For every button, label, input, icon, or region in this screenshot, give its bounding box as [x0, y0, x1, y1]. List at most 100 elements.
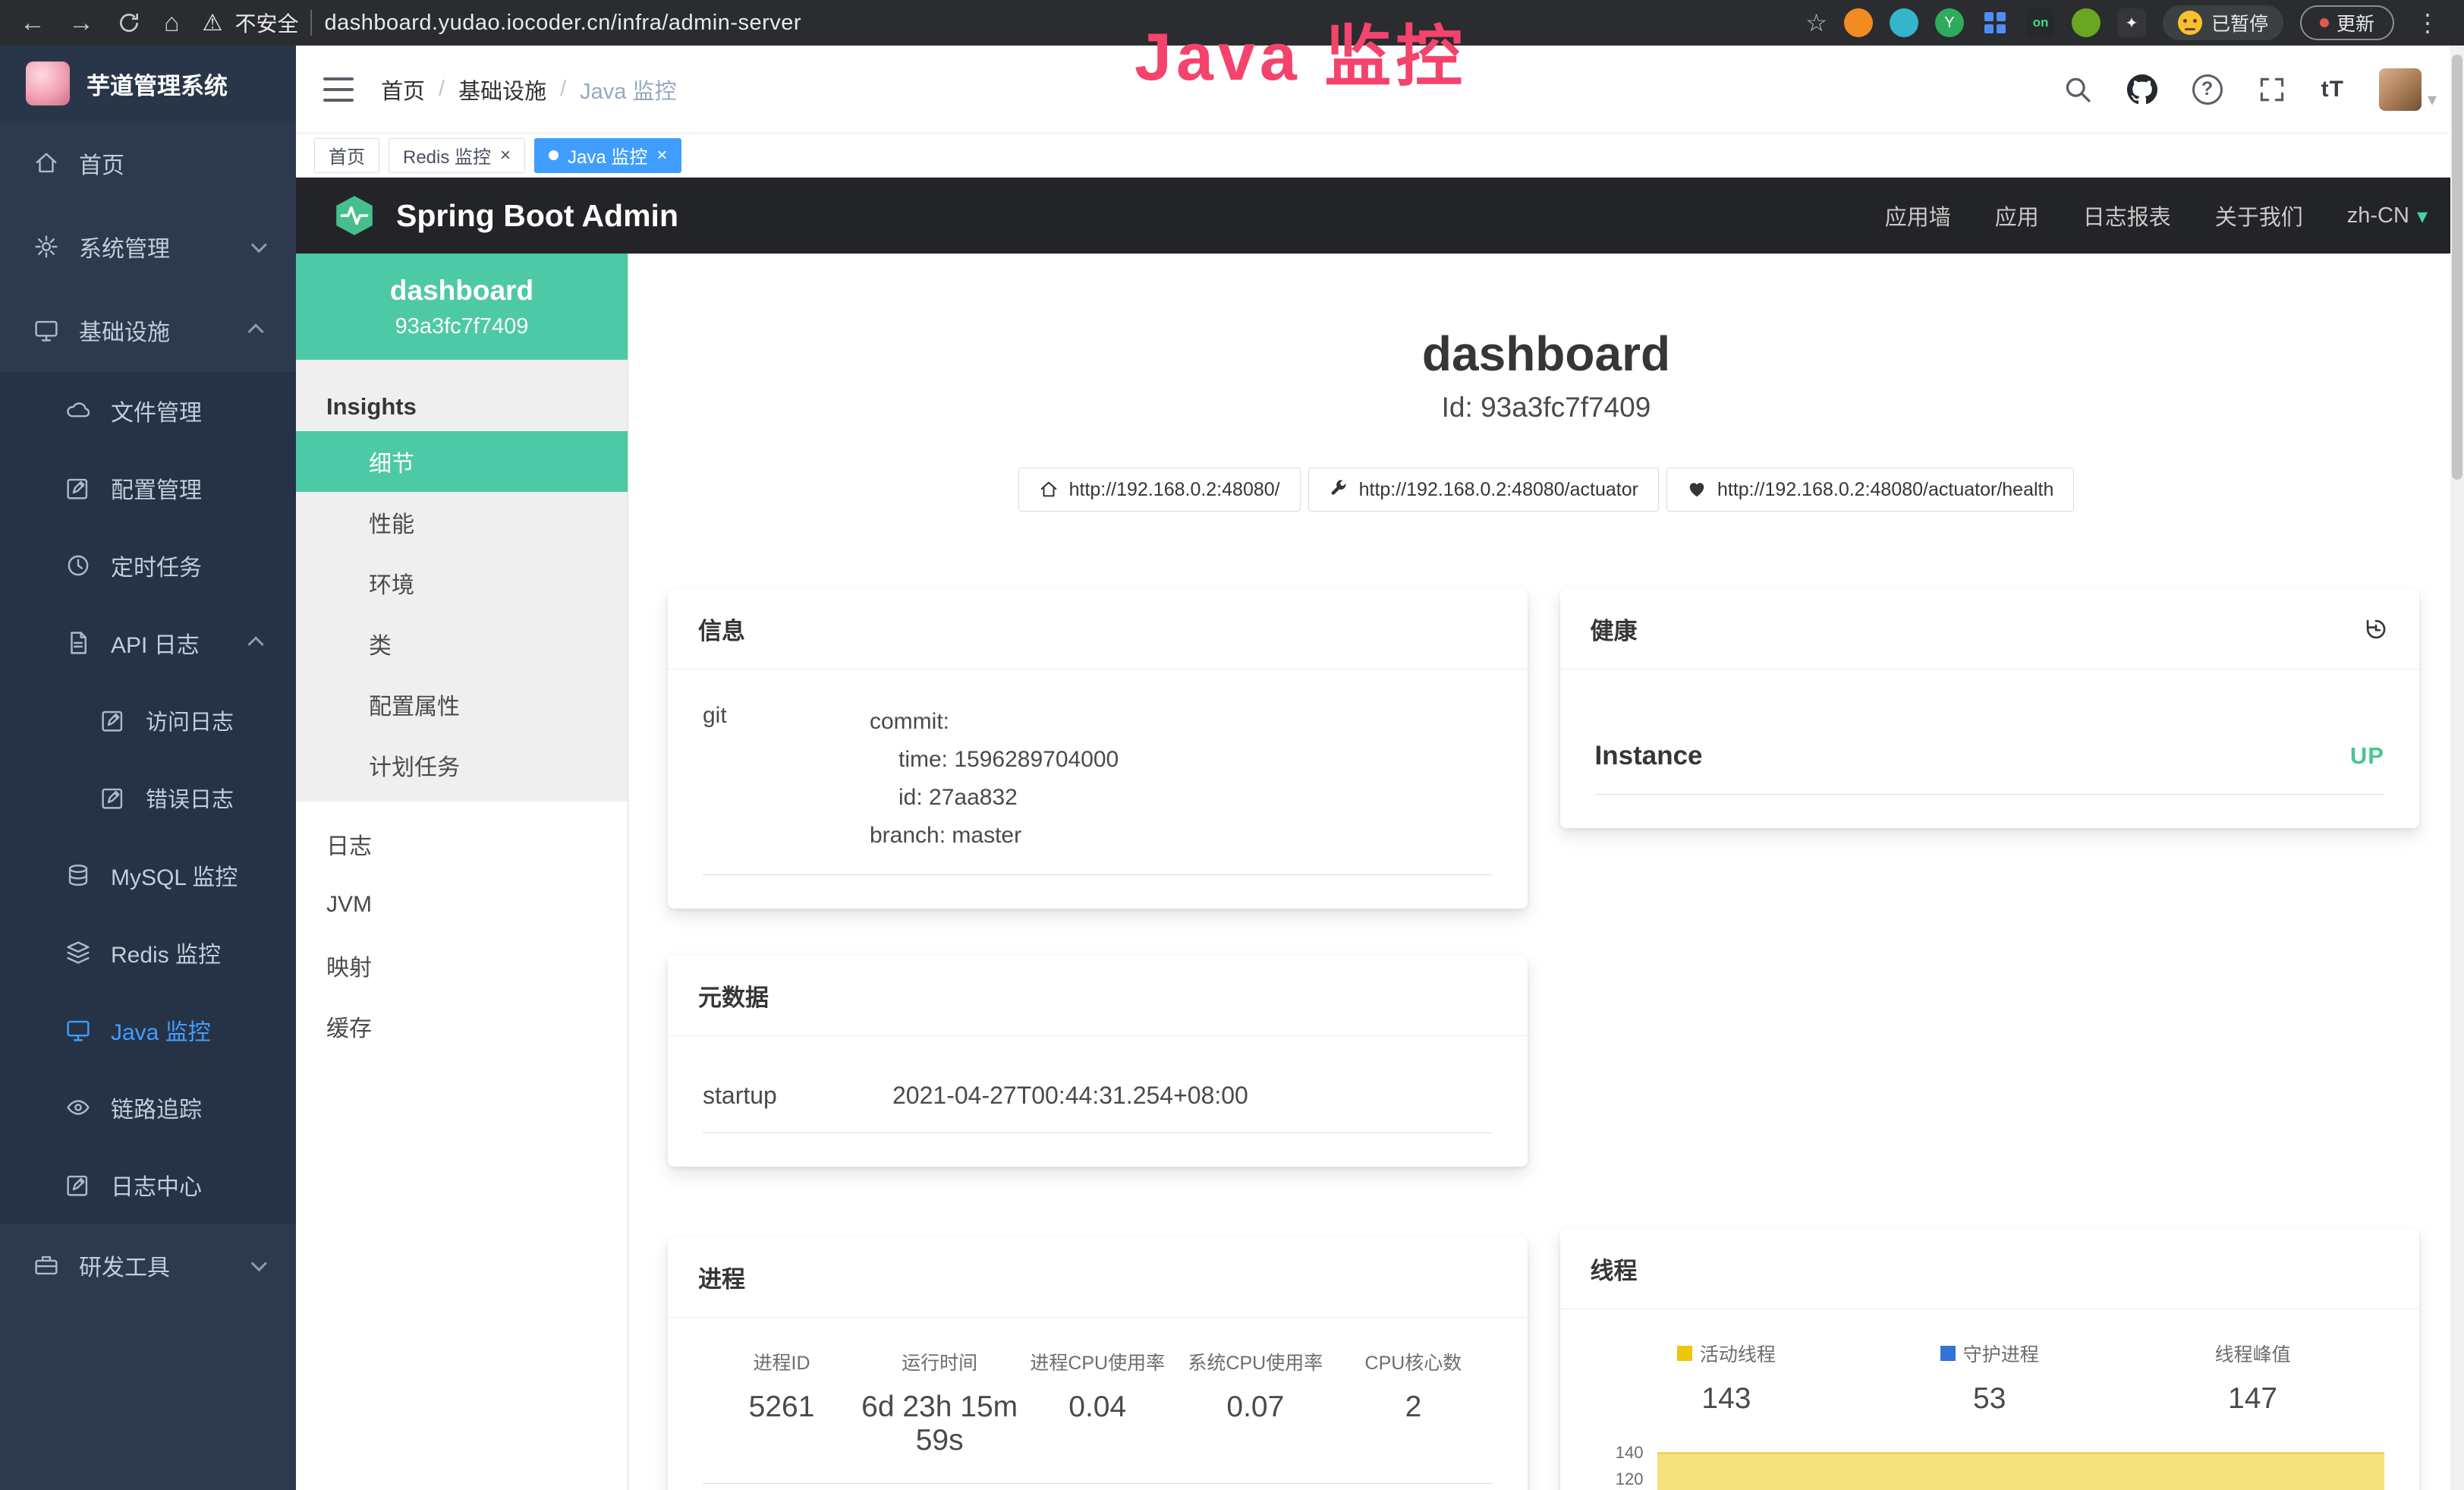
extension-icon-4[interactable] [1981, 8, 2009, 37]
sidebar-logo[interactable]: 芋道管理系统 [0, 46, 296, 121]
sba-menu-scheduled-tasks[interactable]: 计划任务 [296, 735, 628, 795]
github-icon[interactable] [2127, 74, 2157, 105]
sba-nav-journal[interactable]: 日志报表 [2083, 200, 2171, 232]
ytick: 140 [1595, 1444, 1644, 1461]
actuator-url-link[interactable]: http://192.168.0.2:48080/actuator [1308, 468, 1659, 512]
sidebar-item-scheduled-jobs[interactable]: 定时任务 [0, 527, 296, 604]
metric-value: 147 [2121, 1382, 2384, 1416]
metric-label: 进程CPU使用率 [1018, 1348, 1176, 1375]
process-card-body: 进程ID 5261 运行时间 6d 23h 15m 59s 进程CPU使用率 0… [668, 1318, 1528, 1490]
history-icon[interactable] [2363, 616, 2389, 642]
sidebar-item-config-management[interactable]: 配置管理 [0, 449, 296, 527]
legend-label: 守护进程 [1963, 1340, 2039, 1367]
extension-icon-2[interactable] [1890, 8, 1918, 37]
sidebar-item-mysql-monitor[interactable]: MySQL 监控 [0, 836, 296, 914]
sidebar-item-home[interactable]: 首页 [0, 121, 296, 205]
sba-menu-environment[interactable]: 环境 [296, 553, 628, 613]
sidebar-item-api-log[interactable]: API 日志 [0, 604, 296, 682]
close-icon[interactable]: × [500, 146, 511, 165]
grid-icon [1981, 8, 2009, 37]
sba-menu-jvm[interactable]: JVM [296, 874, 628, 935]
sba-menu-details[interactable]: 细节 [296, 431, 628, 492]
sba-menu-performance[interactable]: 性能 [296, 492, 628, 553]
close-icon[interactable]: × [656, 146, 667, 165]
sba-brand-title[interactable]: Spring Boot Admin [396, 198, 678, 234]
hamburger-icon[interactable] [323, 77, 354, 102]
instance-header[interactable]: dashboard 93a3fc7f7409 [296, 254, 628, 360]
breadcrumb-item[interactable]: 首页 [381, 74, 425, 106]
cards-column-left: 信息 git commit: time: 1596289704000 id: 2… [668, 589, 1528, 1490]
info-card-body: git commit: time: 1596289704000 id: 27aa… [668, 669, 1528, 909]
sba-menu-config-props[interactable]: 配置属性 [296, 674, 628, 735]
refresh-icon[interactable] [117, 11, 141, 35]
search-icon[interactable] [2063, 75, 2092, 104]
emoji-face-icon [2178, 11, 2202, 35]
info-row-git: git commit: time: 1596289704000 id: 27aa… [703, 688, 1493, 875]
legend-blue-icon [1940, 1346, 1956, 1361]
tags-bar: 首页 Redis 监控 × Java 监控 × [296, 134, 2464, 178]
breadcrumb-item-current: Java 监控 [580, 74, 676, 106]
back-icon[interactable]: ← [20, 10, 46, 36]
sba-nav-about[interactable]: 关于我们 [2215, 200, 2303, 232]
tab-java-monitor[interactable]: Java 监控 × [534, 138, 681, 173]
cards-grid: 信息 git commit: time: 1596289704000 id: 2… [628, 589, 2464, 1490]
sidebar-item-label: 错误日志 [146, 782, 234, 814]
sidebar-item-java-monitor[interactable]: Java 监控 [0, 991, 296, 1069]
annotation-text: Java 监控 [1134, 3, 1467, 99]
sba-menu-mappings[interactable]: 映射 [296, 935, 628, 996]
sidebar-item-access-log[interactable]: 访问日志 [0, 682, 296, 759]
address-bar[interactable]: ⚠ 不安全 dashboard.yudao.iocoder.cn/infra/a… [203, 8, 802, 38]
page-scrollbar[interactable] [2450, 46, 2464, 1490]
bookmark-star-icon[interactable]: ☆ [1805, 8, 1827, 37]
fullscreen-icon[interactable] [2258, 75, 2286, 104]
tab-redis-monitor[interactable]: Redis 监控 × [389, 138, 525, 173]
health-status-badge: UP [2350, 742, 2384, 770]
extension-icon-5[interactable]: on [2026, 8, 2055, 37]
threads-chart-plot [1654, 1444, 2385, 1490]
sba-nav-applications[interactable]: 应用 [1995, 200, 2039, 232]
scrollbar-thumb[interactable] [2452, 55, 2462, 480]
help-icon[interactable]: ? [2192, 74, 2223, 105]
sidebar-item-system[interactable]: 系统管理 [0, 205, 296, 288]
threads-chart-area [1657, 1452, 2385, 1490]
sidebar-item-label: 首页 [79, 146, 124, 180]
browser-menu-icon[interactable]: ⋮ [2411, 8, 2444, 37]
sba-menu-caches[interactable]: 缓存 [296, 996, 628, 1057]
error-log-icon [100, 785, 126, 811]
process-card-header: 进程 [668, 1237, 1528, 1318]
service-url-link[interactable]: http://192.168.0.2:48080/ [1018, 468, 1301, 512]
user-menu[interactable]: ▾ [2379, 68, 2437, 111]
sidebar-item-redis-monitor[interactable]: Redis 监控 [0, 914, 296, 991]
sba-nav-wallboard[interactable]: 应用墙 [1885, 200, 1951, 232]
sidebar-item-devtools[interactable]: 研发工具 [0, 1224, 296, 1307]
health-url-link[interactable]: http://192.168.0.2:48080/actuator/health [1666, 468, 2074, 512]
heart-icon [1687, 480, 1707, 499]
breadcrumb-item[interactable]: 基础设施 [458, 74, 546, 106]
sidebar-item-log-center[interactable]: 日志中心 [0, 1146, 296, 1224]
health-card-body: Instance UP [1560, 669, 2420, 828]
sba-menu-logs[interactable]: 日志 [296, 814, 628, 874]
metadata-value: 2021-04-27T00:44:31.254+08:00 [892, 1082, 1248, 1110]
paused-label: 已暂停 [2211, 9, 2268, 36]
sba-locale-select[interactable]: zh-CN ▾ [2347, 203, 2428, 228]
sidebar-item-infrastructure[interactable]: 基础设施 [0, 288, 296, 372]
browser-home-icon[interactable]: ⌂ [164, 10, 180, 36]
sidebar-item-tracing[interactable]: 链路追踪 [0, 1069, 296, 1146]
tab-home[interactable]: 首页 [314, 138, 379, 173]
spring-boot-admin-logo[interactable] [332, 194, 376, 238]
extension-icon-3[interactable]: Y [1935, 8, 1964, 37]
extension-icon-1[interactable] [1844, 8, 1873, 37]
legend-label: 活动线程 [1700, 1340, 1776, 1367]
paused-badge[interactable]: 已暂停 [2163, 5, 2283, 40]
forward-icon[interactable]: → [68, 10, 94, 36]
extension-icon-6[interactable] [2072, 8, 2101, 37]
metric-uptime: 运行时间 6d 23h 15m 59s [861, 1348, 1018, 1457]
health-row-instance: Instance UP [1595, 688, 2385, 795]
font-size-icon[interactable]: tT [2321, 77, 2344, 102]
extension-icon-7[interactable]: ✦ [2117, 8, 2146, 37]
sba-menu-classes[interactable]: 类 [296, 613, 628, 674]
update-button[interactable]: 更新 [2300, 5, 2394, 40]
sidebar-item-error-log[interactable]: 错误日志 [0, 759, 296, 836]
sidebar-item-file-management[interactable]: 文件管理 [0, 372, 296, 449]
process-metrics-row: 进程ID 5261 运行时间 6d 23h 15m 59s 进程CPU使用率 0… [703, 1336, 1493, 1484]
